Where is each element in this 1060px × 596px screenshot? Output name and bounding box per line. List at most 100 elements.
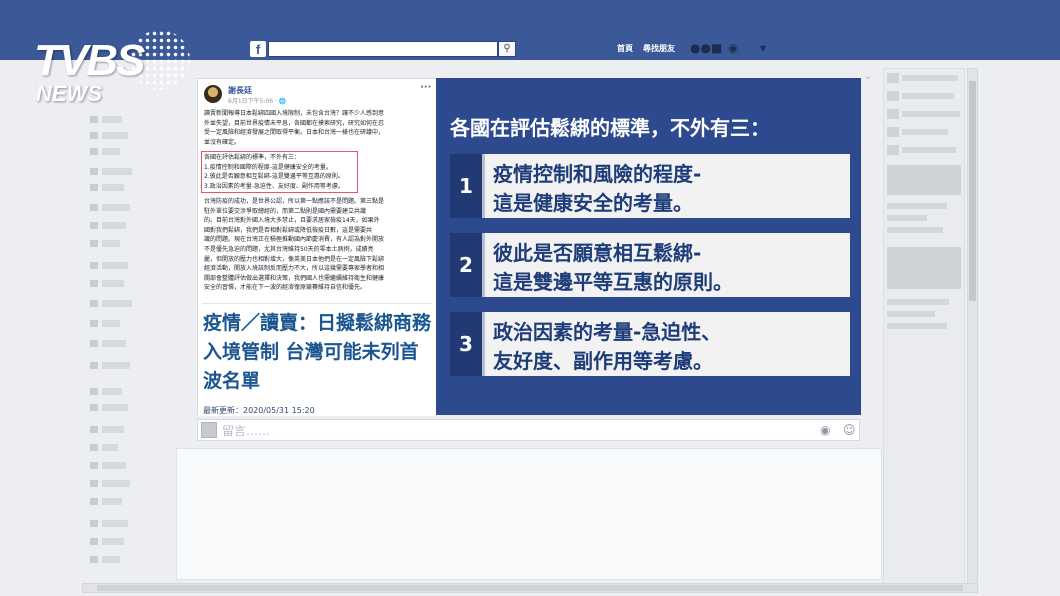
sidebar-item [90, 340, 98, 347]
criteria-line: 政治因素的考量-急迫性、 [493, 320, 722, 344]
sidebar-item [102, 222, 126, 229]
criteria-line: 疫情控制和風險的程度- [493, 162, 702, 186]
sidebar-item [102, 168, 132, 175]
post-line: 受一定風險和經濟發展之間取得平衡。日本和台灣一樣也在研議中， [204, 129, 385, 137]
sidebar-block [887, 247, 961, 289]
post-line: 的。目前台灣對外國入境大多禁止，且要求居家檢疫14天，如果外 [204, 217, 380, 225]
sidebar-item [102, 462, 126, 469]
right-sidebar [883, 68, 965, 584]
sidebar-item [102, 148, 120, 155]
post-line: 3.政治因素的考量-急迫性、友好度、副作用等考慮。 [204, 182, 344, 190]
sidebar-item [102, 132, 128, 139]
post-line: 駐外單位要交涉爭取總經的，而第二點則是國內需要建立共識 [204, 207, 367, 215]
post-line: 安全的習慣，才能在下一波的經濟復原競賽維持自信和優先。 [204, 284, 367, 292]
sidebar-item [90, 520, 98, 527]
friends-icon[interactable]: ●● [690, 42, 711, 54]
criteria-text-box: 彼此是否願意相互鬆綁- 這是雙邊平等互惠的原則。 [482, 233, 850, 297]
criteria-line: 友好度、副作用等考慮。 [493, 349, 713, 373]
settings-icon[interactable]: ▾ [760, 42, 766, 54]
post-line: 外並失望，目前世界疫情未平息，各國都在摸索研究，研究如何在忍 [204, 119, 385, 127]
sidebar-item [90, 280, 98, 287]
horizontal-scrollbar[interactable] [82, 583, 978, 593]
sidebar-block [887, 165, 961, 195]
sidebar-item [90, 300, 98, 307]
chevron-down-icon[interactable]: ⌄ [864, 72, 872, 82]
post-line: 讀賣新聞報導日本鬆綁四國入境限制，未包含台灣？讓不少人感到意 [204, 110, 385, 117]
comment-input[interactable]: 留言…… [222, 422, 270, 439]
sidebar-item [887, 299, 949, 305]
sidebar-item [102, 388, 122, 395]
sidebar-item [102, 204, 130, 211]
facebook-logo-icon[interactable]: f [250, 41, 266, 57]
sidebar-item [887, 227, 943, 233]
post-author[interactable]: 謝長廷 [228, 85, 252, 96]
search-icon[interactable]: ⚲ [498, 41, 516, 57]
criteria-item: 2 彼此是否願意相互鬆綁- 這是雙邊平等互惠的原則。 [450, 233, 850, 297]
post-line: 不是優先急迫的問題，尤其台灣維持50天的零本土病例，成績亮 [204, 245, 374, 253]
sidebar-item [90, 404, 98, 411]
criteria-line: 這是健康安全的考量。 [493, 191, 693, 215]
post-line: 麗，但開放的壓力也相對增大，像英美日本他們是在一定風險下鬆綁 [204, 255, 385, 263]
criteria-line: 這是雙邊平等互惠的原則。 [493, 270, 733, 294]
news-updated-time: 最新更新：2020/05/31 15:20 [203, 406, 315, 415]
sidebar-item [902, 75, 958, 81]
sidebar-item [90, 262, 98, 269]
sidebar-item [90, 168, 98, 175]
sidebar-item [102, 262, 128, 269]
post-line: 關部會整體評估做出選擇和決策，我們國人也需繼續維持衛生和健康 [204, 274, 385, 282]
sidebar-item [90, 388, 98, 395]
post-content: 謝長廷 6月1日下午5:06 · 🌐 ··· 讀賣新聞報導日本鬆綁四國入境限制，… [198, 79, 436, 416]
post-body: 台灣防疫的成功，是世界公認，所以第一點應該不是問題。第三點是 駐外單位要交涉爭取… [204, 197, 432, 293]
vertical-scrollbar[interactable] [967, 68, 978, 584]
sidebar-item [102, 538, 124, 545]
infographic-panel: 各國在評估鬆綁的標準，不外有三： 1 疫情控制和風險的程度- 這是健康安全的考量… [436, 78, 861, 415]
criteria-number: 2 [450, 233, 482, 297]
sidebar-item [887, 109, 899, 119]
sidebar-item [887, 73, 899, 83]
sidebar-item [887, 311, 935, 317]
nav-home-link[interactable]: 首頁 [617, 43, 633, 54]
sidebar-item [887, 91, 899, 101]
sidebar-item [90, 362, 98, 369]
post-line: 並沒有確定。 [204, 138, 241, 146]
sidebar-item [90, 116, 98, 123]
sidebar-item [90, 538, 98, 545]
camera-icon[interactable]: ◉ [820, 423, 830, 437]
sidebar-item [90, 462, 98, 469]
sidebar-item [90, 240, 98, 247]
sidebar-item [887, 323, 947, 329]
messages-icon[interactable]: ■ [711, 42, 722, 54]
post-criteria: 各國在評估鬆綁的標準，不外有三： 1.疫情控制和國際的程度-這是健康安全的考量。… [204, 153, 432, 191]
sidebar-item [102, 320, 120, 327]
sidebar-item [902, 111, 960, 117]
post-line: 國對我們鬆綁，我們是否相對鬆綁或降低檢疫日數，這是需要共 [204, 226, 373, 234]
sidebar-item [887, 215, 927, 221]
post-timestamp[interactable]: 6月1日下午5:06 · 🌐 [228, 96, 286, 105]
post-intro: 讀賣新聞報導日本鬆綁四國入境限制，未包含台灣？讓不少人感到意 外並失望，目前世界… [204, 109, 432, 147]
post-line: 經濟活動，開放入境該制反而壓力不大，所以這幾需要專家學者和相 [204, 265, 385, 273]
comment-bar: 留言…… ◉ ☺ [197, 419, 860, 441]
notifications-icon[interactable]: ◉ [728, 42, 738, 54]
post-line: 各國在評估鬆綁的標準，不外有三： [204, 154, 301, 161]
scrollbar-thumb[interactable] [969, 81, 976, 301]
criteria-number: 3 [450, 312, 482, 376]
sidebar-item [102, 498, 122, 505]
news-headline: 疫情／讀賣：日擬鬆綁商務入境管制 台灣可能未列首波名單 [203, 312, 432, 392]
next-post-area [176, 448, 882, 580]
emoji-icon[interactable]: ☺ [843, 423, 856, 437]
post-line: 1.疫情控制和國際的程度-這是健康安全的考量。 [204, 163, 332, 171]
sidebar-item [887, 127, 899, 137]
sidebar-item [902, 147, 956, 153]
sidebar-item [90, 444, 98, 451]
scrollbar-thumb[interactable] [97, 585, 963, 591]
sidebar-item [90, 498, 98, 505]
more-options-icon[interactable]: ··· [420, 82, 431, 93]
tvbs-brand-text: TVBS [34, 36, 145, 85]
sidebar-item [102, 300, 132, 307]
avatar[interactable] [204, 85, 222, 103]
nav-find-friends-link[interactable]: 尋找朋友 [643, 43, 675, 54]
criteria-item: 1 疫情控制和風險的程度- 這是健康安全的考量。 [450, 154, 850, 218]
search-input[interactable] [268, 41, 498, 57]
sidebar-item [102, 426, 124, 433]
tvbs-news-logo: TVBS NEWS [34, 30, 194, 110]
